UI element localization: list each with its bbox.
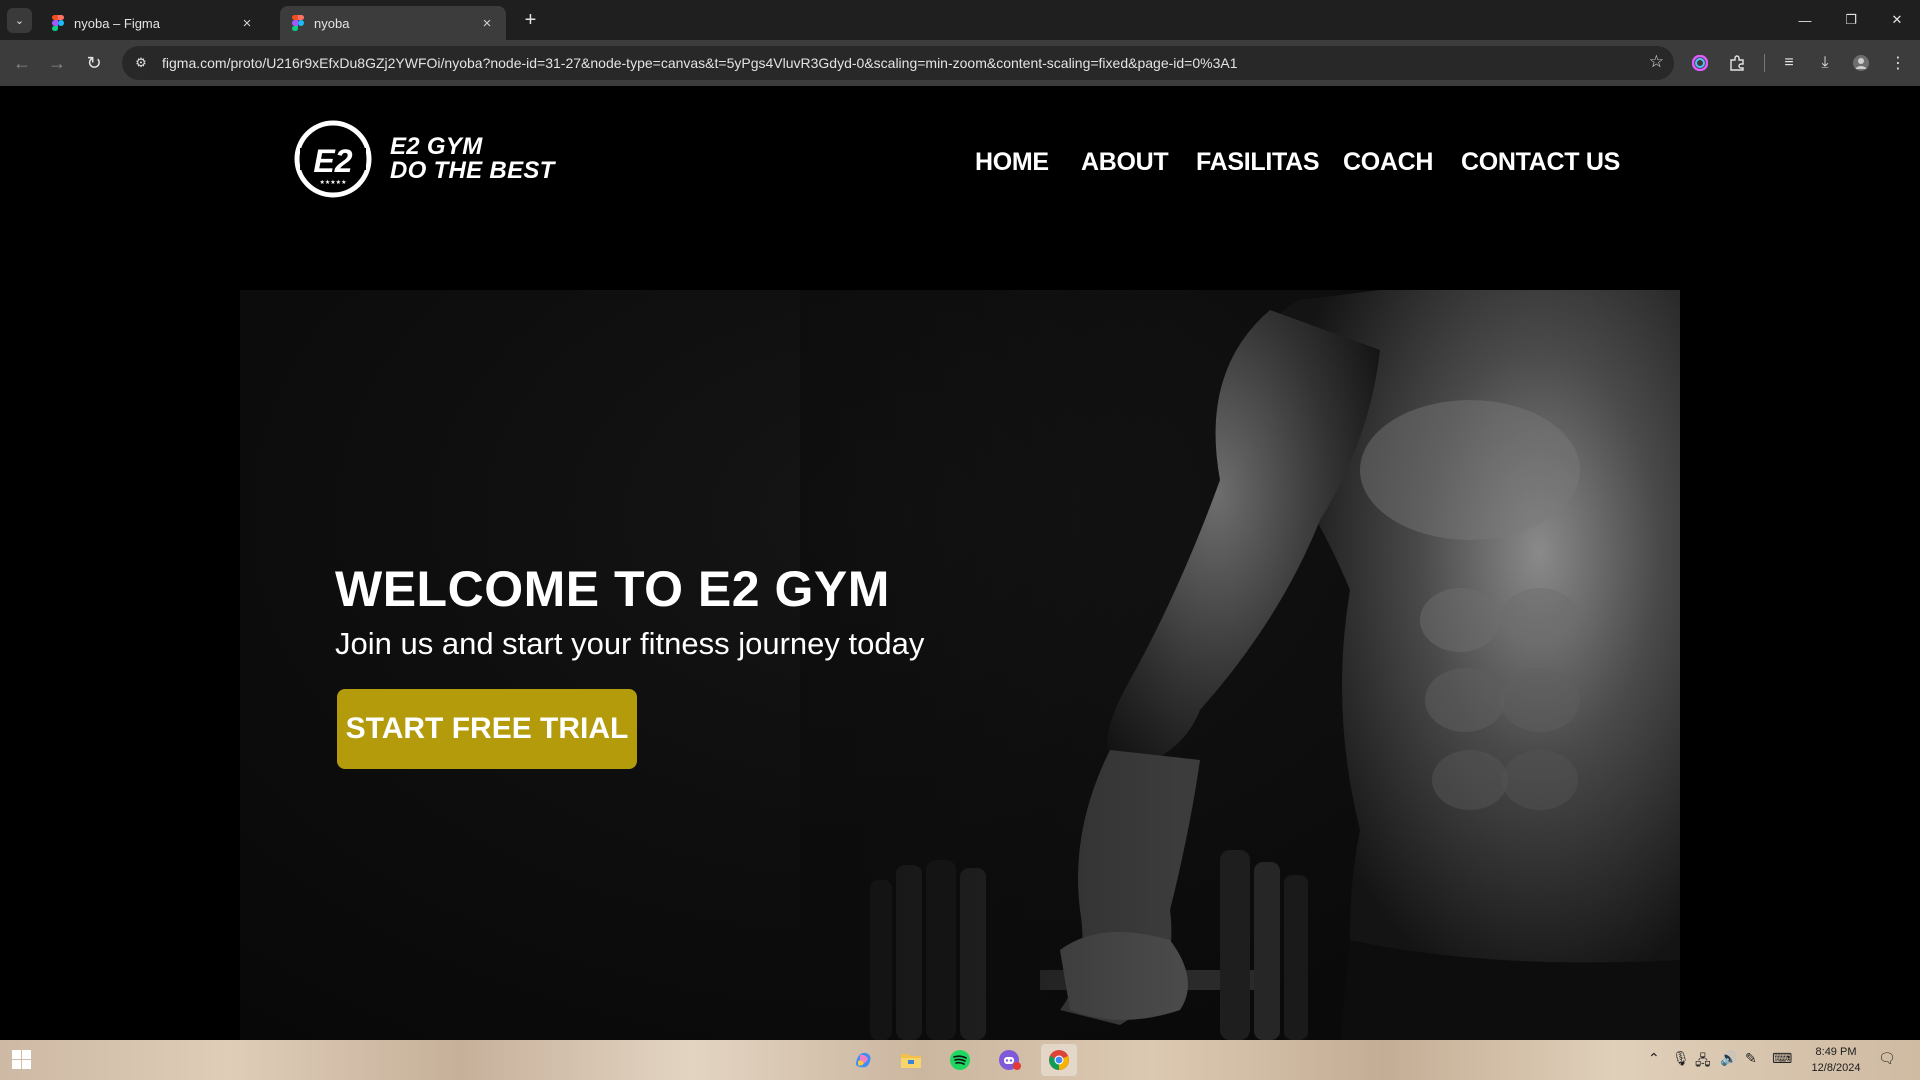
hero-subtitle: Join us and start your fitness journey t… (335, 626, 925, 661)
figma-icon (292, 15, 304, 31)
microphone-icon[interactable]: 🎙 (1672, 1050, 1690, 1067)
pen-icon[interactable]: ✎ (1745, 1050, 1757, 1067)
site-info-tune-icon[interactable]: ⚙ (126, 48, 156, 78)
back-arrow-icon[interactable]: ← (8, 49, 36, 77)
logo-badge-text: E2 (313, 143, 352, 179)
restore-window-button[interactable]: ❐ (1828, 6, 1874, 34)
web-page: E2 ★★★★★ E2 GYM DO THE BEST HOME ABOUT F… (0, 86, 1920, 1040)
nav-about[interactable]: ABOUT (1081, 148, 1169, 177)
hero-banner: WELCOME TO E2 GYM Join us and start your… (240, 290, 1680, 1040)
windows-start-icon[interactable] (12, 1050, 32, 1070)
browser-toolbar: ← → ↻ ⚙ figma.com/proto/U216r9xEfxDu8GZj… (0, 40, 1920, 86)
taskbar-clock[interactable]: 8:49 PM 12/8/2024 (1806, 1044, 1866, 1076)
windows-taskbar: ⌃ 🎙 🖧 🔊 ✎ ⌨ 8:49 PM 12/8/2024 🗨 (0, 1040, 1920, 1080)
toolbar-divider (1764, 54, 1765, 72)
logo-line-1: E2 GYM (390, 133, 483, 160)
start-free-trial-button[interactable]: START FREE TRIAL (337, 689, 637, 769)
volume-icon[interactable]: 🔊 (1720, 1050, 1737, 1067)
logo-line-2: DO THE BEST (390, 157, 555, 184)
browser-tab-bar: ⌄ nyoba – Figma × nyoba × + — ❐ ✕ (0, 0, 1920, 40)
copilot-icon[interactable] (845, 1044, 881, 1076)
chrome-icon[interactable] (1041, 1044, 1077, 1076)
close-tab-icon[interactable]: × (238, 14, 256, 32)
logo-wordmark: E2 GYM DO THE BEST (390, 135, 555, 183)
spotify-icon[interactable] (942, 1044, 978, 1076)
browser-menu-icon[interactable]: ⋮ (1886, 51, 1910, 75)
tab-nyoba-figma[interactable]: nyoba – Figma × (40, 6, 266, 40)
keyboard-icon[interactable]: ⌨ (1772, 1050, 1792, 1067)
clock-time: 8:49 PM (1815, 1046, 1857, 1058)
download-icon[interactable]: ⤓ (1813, 51, 1837, 75)
tray-chevron-up-icon[interactable]: ⌃ (1648, 1050, 1660, 1067)
close-window-button[interactable]: ✕ (1874, 6, 1920, 34)
profile-avatar-icon[interactable] (1849, 51, 1873, 75)
tab-nyoba[interactable]: nyoba × (280, 6, 506, 40)
nav-coach[interactable]: COACH (1343, 148, 1433, 177)
clock-date: 12/8/2024 (1811, 1062, 1861, 1074)
url-text[interactable]: figma.com/proto/U216r9xEfxDu8GZj2YWFOi/n… (162, 55, 1237, 71)
hero-title: WELCOME TO E2 GYM (335, 561, 890, 617)
notifications-icon[interactable]: 🗨 (1878, 1050, 1896, 1067)
e2-logo-badge-icon: E2 ★★★★★ (294, 120, 372, 198)
logo-stars-icon: ★★★★★ (320, 179, 347, 186)
file-explorer-icon[interactable] (893, 1044, 929, 1076)
nav-contact-us[interactable]: CONTACT US (1461, 148, 1620, 177)
discord-icon[interactable] (992, 1044, 1028, 1076)
media-queue-icon[interactable]: ≡ (1777, 51, 1801, 75)
bookmark-star-icon[interactable]: ☆ (1649, 52, 1664, 72)
color-extension-icon[interactable] (1688, 51, 1712, 75)
tab-title: nyoba (314, 15, 350, 31)
figma-icon (52, 15, 64, 31)
site-logo[interactable]: E2 ★★★★★ E2 GYM DO THE BEST (292, 120, 555, 198)
new-tab-plus-icon[interactable]: + (518, 8, 543, 33)
tab-search-chevron-icon[interactable]: ⌄ (7, 8, 32, 33)
nav-home[interactable]: HOME (975, 148, 1049, 177)
forward-arrow-icon[interactable]: → (43, 49, 71, 77)
nav-fasilitas[interactable]: FASILITAS (1196, 148, 1320, 177)
close-tab-icon[interactable]: × (478, 14, 496, 32)
hero-athlete-image (800, 290, 1680, 1040)
address-bar[interactable]: ⚙ figma.com/proto/U216r9xEfxDu8GZj2YWFOi… (122, 46, 1674, 80)
network-icon[interactable]: 🖧 (1695, 1050, 1711, 1074)
extensions-puzzle-icon[interactable] (1725, 51, 1749, 75)
reload-icon[interactable]: ↻ (80, 49, 108, 77)
minimize-window-button[interactable]: — (1782, 6, 1828, 34)
tab-title: nyoba – Figma (74, 15, 160, 31)
